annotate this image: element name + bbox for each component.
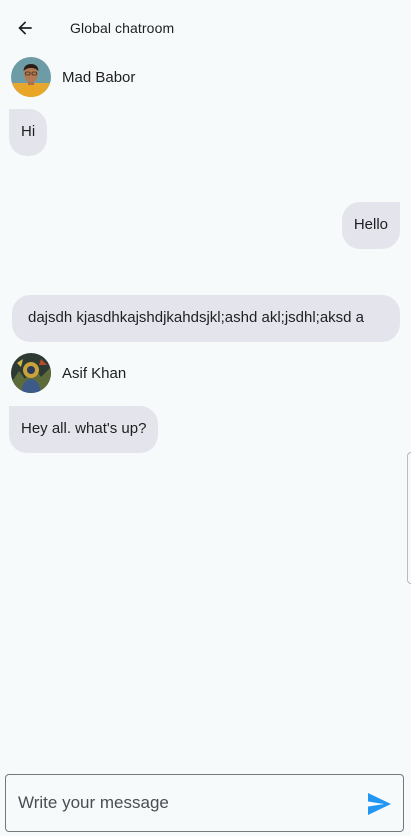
app-bar: Global chatroom <box>0 0 411 56</box>
message-bubble[interactable]: dajsdh kjasdhkajshdjkahdsjkl;ashd akl;js… <box>12 295 400 342</box>
avatar[interactable] <box>11 57 51 97</box>
message-text: Hello <box>353 216 388 233</box>
message-input[interactable] <box>6 793 346 813</box>
sender-row: Asif Khan <box>11 353 126 393</box>
sender-name: Asif Khan <box>62 364 127 382</box>
sender-row: Mad Babor <box>11 57 135 97</box>
back-button[interactable] <box>10 13 40 43</box>
message-bubble[interactable]: Hey all. what's up? <box>9 406 159 453</box>
arrow-back-icon <box>18 21 32 35</box>
message-bubble[interactable]: Hello <box>341 202 400 249</box>
message-text: Hi <box>21 123 36 140</box>
page-title: Global chatroom <box>70 20 175 36</box>
scrollbar[interactable] <box>407 452 411 584</box>
send-button[interactable] <box>367 793 391 815</box>
avatar[interactable] <box>11 353 51 393</box>
message-text: dajsdh kjasdhkajshdjkahdsjkl;ashd akl;js… <box>28 309 365 326</box>
message-text: Hey all. what's up? <box>21 420 147 437</box>
message-bubble[interactable]: Hi <box>9 109 48 156</box>
send-icon <box>368 793 391 815</box>
sender-name: Mad Babor <box>62 68 136 86</box>
message-composer <box>5 774 404 832</box>
